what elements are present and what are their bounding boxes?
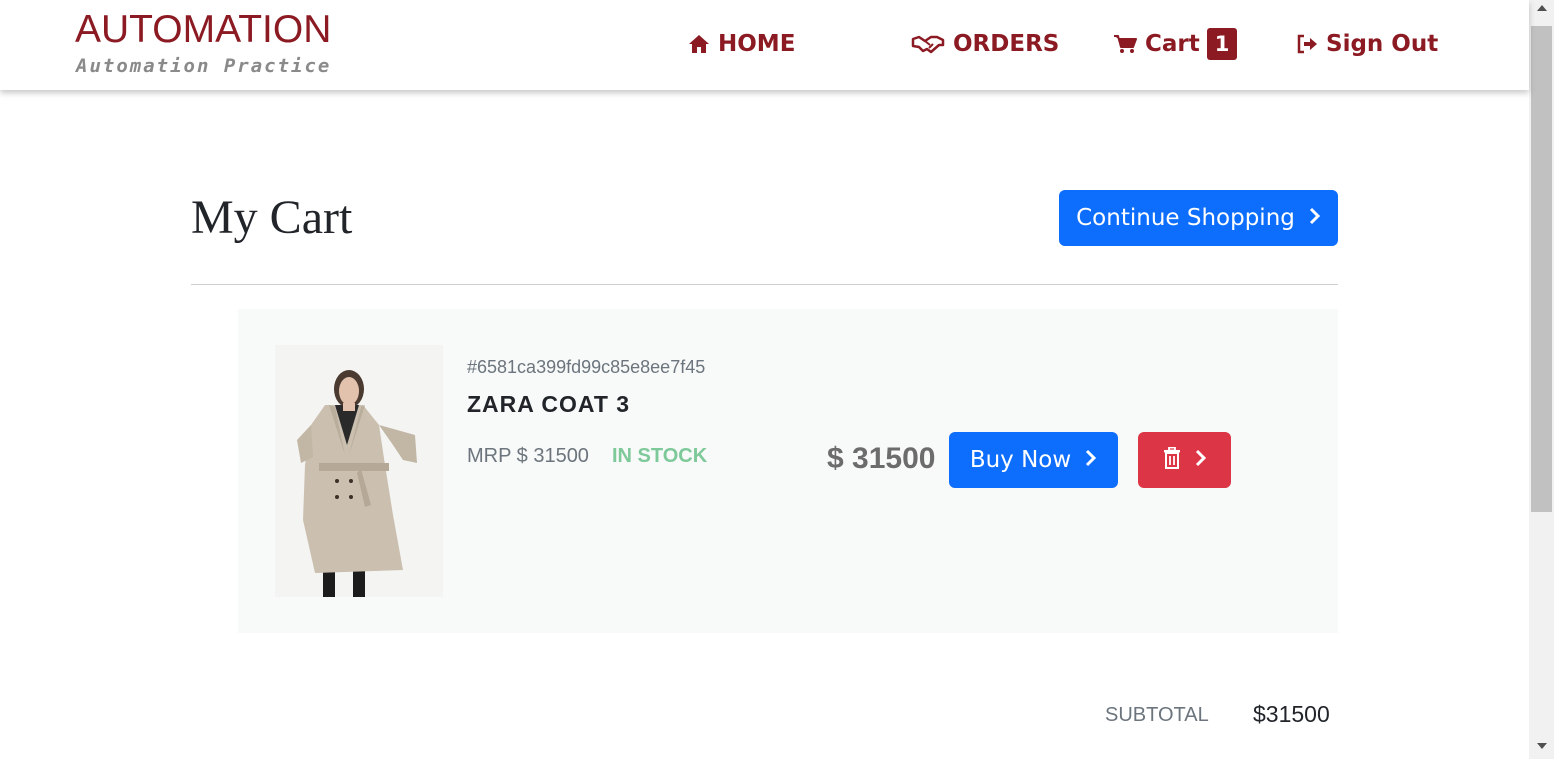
continue-shopping-button[interactable]: Continue Shopping	[1059, 190, 1338, 246]
cart-count-badge: 1	[1206, 28, 1238, 60]
stock-status: IN STOCK	[612, 445, 708, 467]
sign-out-icon	[1296, 34, 1318, 54]
nav-orders-button[interactable]: ORDERS	[911, 28, 1059, 60]
product-price: $ 31500	[827, 442, 936, 475]
scroll-down-arrow-icon[interactable]	[1537, 743, 1547, 749]
cart-item: #6581ca399fd99c85e8ee7f45 ZARA COAT 3 MR…	[238, 309, 1338, 633]
divider	[191, 284, 1338, 285]
buy-now-label: Buy Now	[969, 447, 1072, 473]
product-image	[275, 345, 443, 597]
nav-home-button[interactable]: HOME	[688, 28, 795, 60]
product-id: #6581ca399fd99c85e8ee7f45	[467, 357, 706, 377]
brand-subtitle: Automation Practice	[76, 55, 332, 77]
nav-orders-label: ORDERS	[953, 31, 1060, 57]
navbar: AUTOMATION Automation Practice HOME ORDE…	[0, 0, 1529, 90]
trash-icon	[1163, 446, 1181, 474]
brand-title[interactable]: AUTOMATION	[75, 8, 331, 52]
home-icon	[688, 34, 710, 54]
chevron-right-icon	[1085, 447, 1097, 473]
delete-item-button[interactable]	[1138, 432, 1231, 488]
nav-cart-label: Cart	[1145, 31, 1200, 57]
product-name: ZARA COAT 3	[467, 391, 631, 417]
subtotal-value: $31500	[1253, 701, 1330, 727]
product-mrp: MRP $ 31500	[467, 445, 589, 467]
scroll-up-arrow-icon[interactable]	[1537, 5, 1547, 11]
nav-cart-button[interactable]: Cart 1	[1113, 28, 1238, 60]
chevron-right-icon	[1309, 205, 1321, 231]
page-title: My Cart	[191, 191, 353, 244]
chevron-right-icon	[1195, 449, 1207, 472]
vertical-scrollbar[interactable]	[1529, 0, 1554, 759]
subtotal-label: SUBTOTAL	[1105, 704, 1209, 726]
nav-home-label: HOME	[718, 31, 796, 57]
continue-shopping-label: Continue Shopping	[1076, 205, 1295, 231]
scroll-thumb[interactable]	[1531, 26, 1552, 512]
nav-signout-button[interactable]: Sign Out	[1296, 28, 1438, 60]
cart-icon	[1113, 34, 1137, 54]
buy-now-button[interactable]: Buy Now	[949, 432, 1118, 488]
handshake-icon	[911, 33, 945, 55]
nav-signout-label: Sign Out	[1326, 31, 1439, 57]
